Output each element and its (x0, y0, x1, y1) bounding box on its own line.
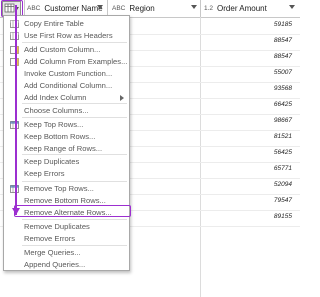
menu-item-label: Append Queries... (24, 260, 86, 269)
menu-item-label: Add Custom Column... (24, 45, 101, 54)
menu-item-label: Use First Row as Headers (24, 31, 113, 40)
order-amount-cell[interactable]: 89155 (274, 213, 292, 220)
menu-item-copy-entire-table[interactable]: Copy Entire Table (5, 18, 128, 30)
menu-item-add-conditional-column[interactable]: Add Conditional Column... (5, 80, 128, 92)
order-amount-cell[interactable]: 56425 (274, 149, 292, 156)
text-type-icon[interactable]: ABC (27, 5, 40, 12)
menu-item-remove-errors[interactable]: Remove Errors (5, 233, 128, 245)
menu-item-keep-errors[interactable]: Keep Errors (5, 168, 128, 180)
order-amount-cell[interactable]: 81521 (274, 133, 292, 140)
chevron-down-icon[interactable] (191, 5, 197, 9)
menu-item-keep-duplicates[interactable]: Keep Duplicates (5, 156, 128, 168)
order-amount-cell[interactable]: 79547 (274, 197, 292, 204)
order-amount-cell[interactable]: 66425 (274, 101, 292, 108)
menu-item-keep-bottom-rows[interactable]: Keep Bottom Rows... (5, 131, 128, 143)
menu-item-remove-top-rows[interactable]: Remove Top Rows... (5, 183, 128, 195)
menu-item-label: Keep Top Rows... (24, 120, 84, 129)
order-amount-cell[interactable]: 93568 (274, 85, 292, 92)
order-amount-cell[interactable]: 65771 (274, 165, 292, 172)
menu-item-invoke-custom-function[interactable]: Invoke Custom Function... (5, 68, 128, 80)
menu-item-label: Add Index Column (24, 93, 87, 102)
order-amount-cell[interactable]: 55007 (274, 69, 292, 76)
remove-duplicates-highlight (14, 205, 131, 217)
column-label: Customer Name (44, 4, 103, 13)
order-amount-cell[interactable]: 88547 (274, 37, 292, 44)
menu-item-label: Remove Duplicates (24, 222, 90, 231)
column-label: Region (129, 4, 155, 13)
table-icon (4, 3, 19, 13)
menu-separator (22, 219, 127, 220)
menu-item-merge-queries[interactable]: Merge Queries... (5, 247, 128, 259)
column-label: Order Amount (217, 4, 267, 13)
menu-item-label: Merge Queries... (24, 248, 81, 257)
menu-item-keep-range-of-rows[interactable]: Keep Range of Rows... (5, 143, 128, 155)
menu-item-label: Add Column From Examples... (24, 57, 128, 66)
menu-separator (22, 42, 127, 43)
menu-item-label: Remove Errors (24, 234, 76, 243)
menu-item-label: Keep Errors (24, 169, 65, 178)
menu-item-remove-duplicates[interactable]: Remove Duplicates (5, 221, 128, 233)
order-amount-cell[interactable]: 59185 (274, 21, 292, 28)
menu-item-append-queries[interactable]: Append Queries... (5, 259, 128, 271)
menu-item-add-custom-column[interactable]: Add Custom Column... (5, 44, 128, 56)
menu-item-label: Remove Top Rows... (24, 184, 94, 193)
menu-separator (22, 181, 127, 182)
column-header-order-amount[interactable]: 1.2 Order Amount (204, 0, 294, 17)
column-separator (200, 0, 201, 17)
chevron-down-icon[interactable] (97, 5, 103, 9)
table-context-menu: Copy Entire Table Use First Row as Header… (3, 15, 130, 271)
order-amount-cell[interactable]: 52094 (274, 181, 292, 188)
menu-item-add-column-from-examples[interactable]: Add Column From Examples... (5, 56, 128, 68)
chevron-down-icon[interactable] (289, 5, 295, 9)
menu-item-label: Copy Entire Table (24, 19, 84, 28)
menu-item-label: Keep Range of Rows... (24, 144, 103, 153)
menu-item-use-first-row-as-headers[interactable]: Use First Row as Headers (5, 30, 128, 42)
text-type-icon[interactable]: ABC (112, 5, 125, 12)
menu-item-choose-columns[interactable]: Choose Columns... (5, 105, 128, 117)
menu-item-add-index-column[interactable]: Add Index Column (5, 92, 128, 104)
order-amount-cell[interactable]: 88547 (274, 53, 292, 60)
menu-separator (22, 245, 127, 246)
menu-separator (22, 117, 127, 118)
menu-item-label: Choose Columns... (24, 106, 89, 115)
menu-item-label: Add Conditional Column... (24, 81, 113, 90)
order-amount-cell[interactable]: 98667 (274, 117, 292, 124)
annotation-arrow-line (15, 5, 17, 215)
table-menu-button[interactable] (2, 1, 21, 16)
number-type-icon[interactable]: 1.2 (204, 5, 213, 12)
menu-item-label: Keep Bottom Rows... (24, 132, 96, 141)
chevron-right-icon (120, 95, 124, 101)
menu-item-label: Keep Duplicates (24, 157, 80, 166)
menu-item-keep-top-rows[interactable]: Keep Top Rows... (5, 119, 128, 131)
menu-item-label: Invoke Custom Function... (24, 69, 113, 78)
